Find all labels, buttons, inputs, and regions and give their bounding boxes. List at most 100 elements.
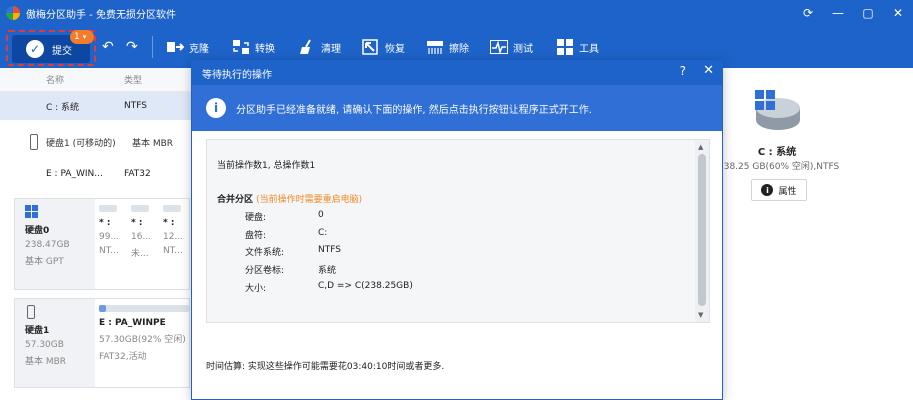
properties-label: 属性 — [778, 186, 797, 197]
field-value: 0 — [318, 210, 324, 220]
partition-label: * : — [99, 218, 111, 228]
column-type[interactable]: 类型 — [118, 73, 142, 86]
partition-label: * : — [163, 218, 175, 228]
broom-icon — [300, 39, 311, 54]
list-item[interactable]: C : 系统 NTFS — [0, 92, 192, 120]
grid-icon — [557, 39, 573, 55]
field-value: C,D => C(238.25GB) — [318, 281, 413, 291]
disk-style: 基本 MBR — [25, 357, 67, 367]
chevron-down-icon: ▾ — [82, 33, 87, 41]
operation-title: 合并分区 — [217, 195, 254, 205]
minimize-button[interactable]: — — [823, 0, 853, 26]
close-button[interactable]: ✕ — [883, 0, 913, 26]
partition-tile[interactable]: * : 12... NT... — [163, 205, 183, 256]
properties-button[interactable]: i 属性 — [751, 179, 807, 201]
usage-bar — [99, 305, 189, 312]
time-estimate: 时间估算: 实现这些操作可能需要花03:40:10时间或者更多. — [206, 362, 445, 372]
usb-drive-icon — [27, 305, 35, 319]
partition-size: 99... — [99, 232, 120, 242]
maximize-button[interactable]: ▢ — [853, 0, 883, 26]
pending-badge[interactable]: 1 ▾ — [70, 30, 94, 44]
partition-fs: FAT32,活动 — [99, 352, 147, 362]
toolbar-divider — [152, 36, 153, 58]
disk-name: 硬盘1 (可移动的) — [46, 138, 116, 149]
disk-card-1[interactable]: 硬盘1 57.30GB 基本 MBR E : PA_WINPE 57.30GB(… — [14, 298, 190, 388]
toolbar-wipe[interactable]: 擦除 — [426, 36, 469, 58]
recover-icon — [362, 39, 378, 55]
field-value: NTFS — [318, 245, 341, 255]
redo-icon[interactable]: ↷ — [126, 39, 138, 55]
partition-fs: NT... — [99, 246, 119, 256]
close-icon[interactable]: ✕ — [703, 63, 714, 78]
windows-disk-icon — [25, 205, 38, 218]
column-name[interactable]: 名称 — [0, 73, 118, 86]
dialog-info-banner: i 分区助手已经准备就绪, 请确认下面的操作, 然后点击执行按钮让程序正式开工作… — [192, 85, 722, 131]
partition-tile[interactable]: * : 99... NT... — [99, 205, 119, 256]
dialog-titlebar: 等待执行的操作 ? ✕ — [192, 61, 722, 85]
partition-fs: NT... — [163, 246, 183, 256]
field-key: 分区卷标: — [245, 266, 285, 276]
usage-bar — [99, 205, 117, 212]
field-key: 盘符: — [245, 231, 267, 241]
app-title: 傲梅分区助手 - 免费无损分区软件 — [26, 9, 176, 21]
refresh-icon[interactable]: ⟳ — [793, 0, 823, 26]
partition-name: E : PA_WIN... — [46, 169, 103, 179]
drive-info: 238.25 GB(60% 空闲),NTFS — [718, 162, 840, 172]
toolbar-test[interactable]: 测试 — [490, 36, 533, 58]
disk-type: 基本 MBR — [132, 138, 174, 149]
toolbar-label: 测试 — [513, 43, 533, 55]
partition-tile[interactable]: * : 16... 未... — [131, 205, 151, 259]
pending-operations-dialog: 等待执行的操作 ? ✕ i 分区助手已经准备就绪, 请确认下面的操作, 然后点击… — [191, 60, 723, 400]
partition-size: 12... — [163, 232, 184, 242]
operation-heading: 合并分区 (当前操作时需要重启电脑) — [217, 192, 362, 205]
toolbar-recover[interactable]: 恢复 — [362, 36, 405, 58]
list-header: 名称 类型 — [0, 68, 192, 92]
disk-info: 硬盘0 238.47GB 基本 GPT — [15, 199, 95, 289]
partition-tile[interactable]: E : PA_WINPE 57.30GB(92% 空闲) FAT32,活动 — [99, 305, 189, 362]
toolbar-tools[interactable]: 工具 — [556, 36, 599, 58]
disk-name: 硬盘1 — [25, 326, 50, 336]
partition-type: FAT32 — [124, 169, 151, 179]
partition-size: 16... — [131, 232, 152, 242]
toolbar-label: 工具 — [579, 43, 599, 55]
scroll-up-icon[interactable]: ▲ — [698, 143, 703, 151]
wipe-icon — [427, 41, 443, 54]
pulse-icon — [490, 40, 508, 55]
disk-style: 基本 GPT — [25, 257, 64, 267]
properties-panel — [722, 68, 913, 400]
drive-c-icon — [755, 90, 800, 130]
operations-list[interactable]: 当前操作数1, 总操作数1 合并分区 (当前操作时需要重启电脑) 硬盘: 0 盘… — [206, 139, 710, 323]
partition-label: E : PA_WINPE — [99, 318, 166, 328]
dialog-title: 等待执行的操作 — [202, 69, 272, 81]
toolbar-clean[interactable]: 清理 — [298, 36, 341, 58]
title-bar: 傲梅分区助手 - 免费无损分区软件 ⟳ — ▢ ✕ — [0, 0, 913, 26]
check-icon: ✓ — [26, 40, 44, 58]
toolbar-label: 恢复 — [385, 43, 405, 55]
field-key: 硬盘: — [245, 213, 267, 223]
disk-name: 硬盘0 — [25, 226, 50, 236]
undo-icon[interactable]: ↶ — [102, 39, 114, 55]
drive-name: C : 系统 — [757, 147, 797, 158]
toolbar-label: 转换 — [255, 43, 275, 55]
partition-name: C : 系统 — [46, 102, 80, 113]
commit-highlight: ✓ 提交 1 ▾ — [6, 30, 96, 66]
clone-icon — [167, 42, 184, 52]
list-item[interactable]: 硬盘1 (可移动的) 基本 MBR — [0, 120, 192, 164]
disk-size: 238.47GB — [25, 240, 70, 250]
scrollbar-thumb[interactable] — [698, 154, 706, 306]
scrollbar[interactable]: ▲ ▼ — [695, 140, 709, 322]
disk-card-0[interactable]: 硬盘0 238.47GB 基本 GPT * : 99... NT... * : … — [14, 198, 190, 290]
disk-size: 57.30GB — [25, 340, 64, 350]
toolbar-label: 克隆 — [189, 43, 209, 55]
scroll-down-icon[interactable]: ▼ — [698, 311, 703, 319]
partition-label: * : — [131, 218, 143, 228]
disk-info: 硬盘1 57.30GB 基本 MBR — [15, 299, 95, 387]
app-logo-icon — [6, 6, 20, 20]
toolbar-label: 擦除 — [449, 43, 469, 55]
partition-size: 57.30GB(92% 空闲) — [99, 335, 186, 345]
help-icon[interactable]: ? — [680, 64, 686, 78]
toolbar-convert[interactable]: 转换 — [232, 36, 275, 58]
toolbar-clone[interactable]: 克隆 — [166, 36, 209, 58]
pending-count: 1 — [74, 32, 80, 42]
list-item[interactable]: E : PA_WIN... FAT32 — [0, 164, 192, 184]
